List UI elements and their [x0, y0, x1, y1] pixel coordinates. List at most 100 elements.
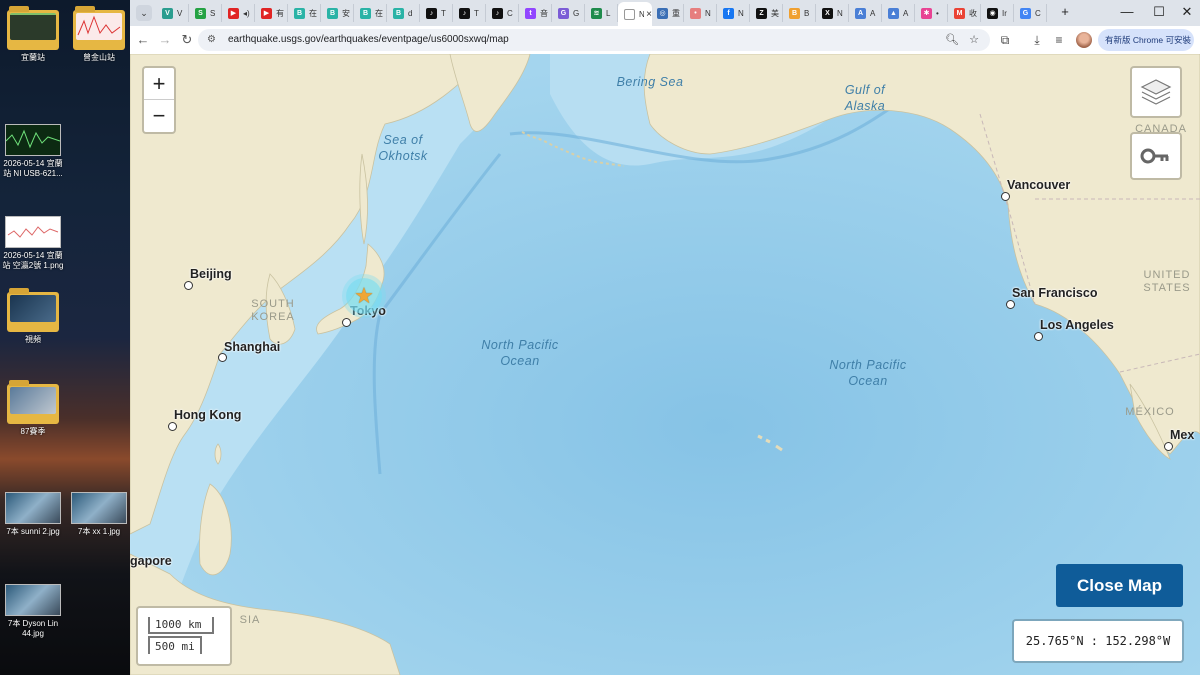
earthquake-marker[interactable]: ★: [346, 278, 382, 314]
tab-search-button[interactable]: ⌄: [136, 5, 152, 21]
desktop-file[interactable]: 7本 xx 1.jpg: [66, 492, 130, 537]
close-icon: ✕: [1181, 4, 1193, 19]
browser-tab[interactable]: GC: [1014, 4, 1047, 22]
maximize-button[interactable]: ☐: [1148, 3, 1170, 21]
browser-tab[interactable]: Z美: [750, 4, 783, 22]
tab-title: S: [210, 8, 216, 18]
browser-tab[interactable]: VV: [156, 4, 189, 22]
desktop-folder[interactable]: 曾金山站: [66, 6, 130, 63]
zoom-in-button[interactable]: +: [144, 68, 174, 100]
browser-tab[interactable]: BB: [783, 4, 816, 22]
image-thumbnail-icon: [71, 492, 127, 524]
key-icon: [1140, 148, 1169, 164]
browser-tab[interactable]: ◉ Ir: [981, 4, 1014, 22]
browser-tab[interactable]: ✱ •: [915, 4, 948, 22]
browser-tab[interactable]: • N: [684, 4, 717, 22]
reload-icon: ↻: [181, 32, 193, 47]
address-bar[interactable]: ⚙ earthquake.usgs.gov/earthquakes/eventp…: [198, 29, 990, 51]
browser-tab[interactable]: B在: [288, 4, 321, 22]
browser-tab[interactable]: GG: [552, 4, 585, 22]
tab-title: B: [804, 8, 810, 18]
url-text[interactable]: earthquake.usgs.gov/earthquakes/eventpag…: [228, 34, 509, 45]
browser-tab[interactable]: SS: [189, 4, 222, 22]
browser-tab[interactable]: B在: [354, 4, 387, 22]
browser-tab[interactable]: Bd: [387, 4, 420, 22]
desktop-file[interactable]: 7本 Dyson Lin 44.jpg: [0, 584, 66, 639]
city-marker[interactable]: [342, 318, 351, 327]
browser-tab[interactable]: N ×: [618, 2, 652, 26]
new-tab-button[interactable]: +: [1054, 3, 1076, 21]
desktop-file[interactable]: 7本 sunni 2.jpg: [0, 492, 66, 537]
tab-title: T: [474, 8, 479, 18]
close-map-button[interactable]: Close Map: [1056, 564, 1183, 607]
browser-tab[interactable]: ♪ T: [420, 4, 453, 22]
browser-tab[interactable]: ♪ C: [486, 4, 519, 22]
browser-tab[interactable]: fN: [717, 4, 750, 22]
folder-icon: [7, 288, 59, 332]
back-arrow-icon: ←: [136, 32, 150, 47]
tab-strip: ⌄ V V S S ▶ ◂) ▶ 有 B 在 B 安 B 在 Bd ♪ T ♪ T ♪ Ct 音 G G ≋ L N × ◎ 重 • Nf N Z…: [130, 0, 1200, 26]
desktop-folder[interactable]: 87賽季: [0, 380, 66, 437]
browser-tab[interactable]: M收: [948, 4, 981, 22]
city-label: Beijing: [190, 267, 232, 281]
back-button[interactable]: ←: [134, 31, 152, 49]
desktop-file[interactable]: 2026-05-14 宜蘭站 NI USB-621...: [0, 124, 66, 179]
city-marker[interactable]: [168, 422, 177, 431]
browser-tab[interactable]: XN: [816, 4, 849, 22]
minimize-button[interactable]: —: [1116, 3, 1138, 21]
region-label: MÉXICO: [1125, 406, 1175, 418]
sea-label: Gulf of Alaska: [844, 83, 886, 113]
desktop-file[interactable]: 2026-05-14 宜蘭站 空瀛2號 1.png: [0, 216, 66, 271]
tab-title: N: [837, 8, 843, 18]
folder-icon: [7, 380, 59, 424]
layers-button[interactable]: [1130, 66, 1182, 118]
tab-title: ◂): [243, 8, 250, 18]
folder-icon: [7, 6, 59, 50]
desktop: 宜蘭站 曾金山站 2026-05-14 宜蘭站 NI USB-621... 20…: [0, 0, 130, 675]
chrome-update-button[interactable]: 有新版 Chrome 可安裝: [1098, 29, 1194, 51]
reload-button[interactable]: ↻: [178, 31, 196, 49]
tab-title: T: [441, 8, 446, 18]
folder-icon: [73, 6, 125, 50]
tab-favicon-icon: B: [789, 7, 800, 19]
tab-title: G: [573, 8, 580, 18]
tab-favicon-icon: B: [360, 7, 371, 19]
browser-tab[interactable]: t音: [519, 4, 552, 22]
legend-button[interactable]: [1130, 132, 1182, 180]
desktop-item-label: 87賽季: [20, 427, 46, 436]
browser-tab[interactable]: ▲ A: [882, 4, 915, 22]
city-marker[interactable]: [218, 353, 227, 362]
chevron-down-icon: ⌄: [140, 8, 148, 18]
bookmark-star-icon[interactable]: ☆: [966, 32, 982, 48]
extensions-icon[interactable]: ⧉: [996, 31, 1014, 49]
browser-tab[interactable]: ▶ ◂): [222, 4, 255, 22]
browser-window: ⌄ V V S S ▶ ◂) ▶ 有 B 在 B 安 B 在 Bd ♪ T ♪ T ♪ Ct 音 G G ≋ L N × ◎ 重 • Nf N Z…: [130, 0, 1200, 675]
sea-label: Sea of Okhotsk: [378, 133, 428, 163]
profile-avatar[interactable]: [1076, 32, 1092, 48]
browser-tab[interactable]: ♪ T: [453, 4, 486, 22]
map-view[interactable]: Bering Sea Gulf of Alaska Sea of Okhotsk…: [130, 54, 1200, 675]
browser-tab[interactable]: AA: [849, 4, 882, 22]
close-window-button[interactable]: ✕: [1176, 3, 1198, 21]
browser-tab[interactable]: ≋ L: [585, 4, 618, 22]
desktop-folder[interactable]: 視頻: [0, 288, 66, 345]
desktop-folder[interactable]: 宜蘭站: [0, 6, 66, 63]
media-control-icon[interactable]: ≡: [1050, 31, 1068, 49]
city-marker[interactable]: [1164, 442, 1173, 451]
scale-bar: 1000 km 500 mi: [136, 606, 232, 666]
zoom-icon[interactable]: 🔍︎: [944, 32, 960, 48]
download-icon[interactable]: ⤓: [1028, 31, 1046, 49]
taiwan-land: [214, 443, 222, 465]
city-marker[interactable]: [1006, 300, 1015, 309]
browser-tab[interactable]: ◎ 重: [651, 4, 684, 22]
zoom-out-button[interactable]: −: [144, 100, 174, 132]
city-marker[interactable]: [1001, 192, 1010, 201]
site-info-icon[interactable]: ⚙: [207, 34, 219, 46]
forward-button[interactable]: →: [156, 31, 174, 49]
city-marker[interactable]: [1034, 332, 1043, 341]
city-label: Mex: [1170, 428, 1195, 442]
tab-favicon-icon: V: [162, 7, 173, 19]
city-marker[interactable]: [184, 281, 193, 290]
browser-tab[interactable]: ▶ 有: [255, 4, 288, 22]
browser-tab[interactable]: B安: [321, 4, 354, 22]
